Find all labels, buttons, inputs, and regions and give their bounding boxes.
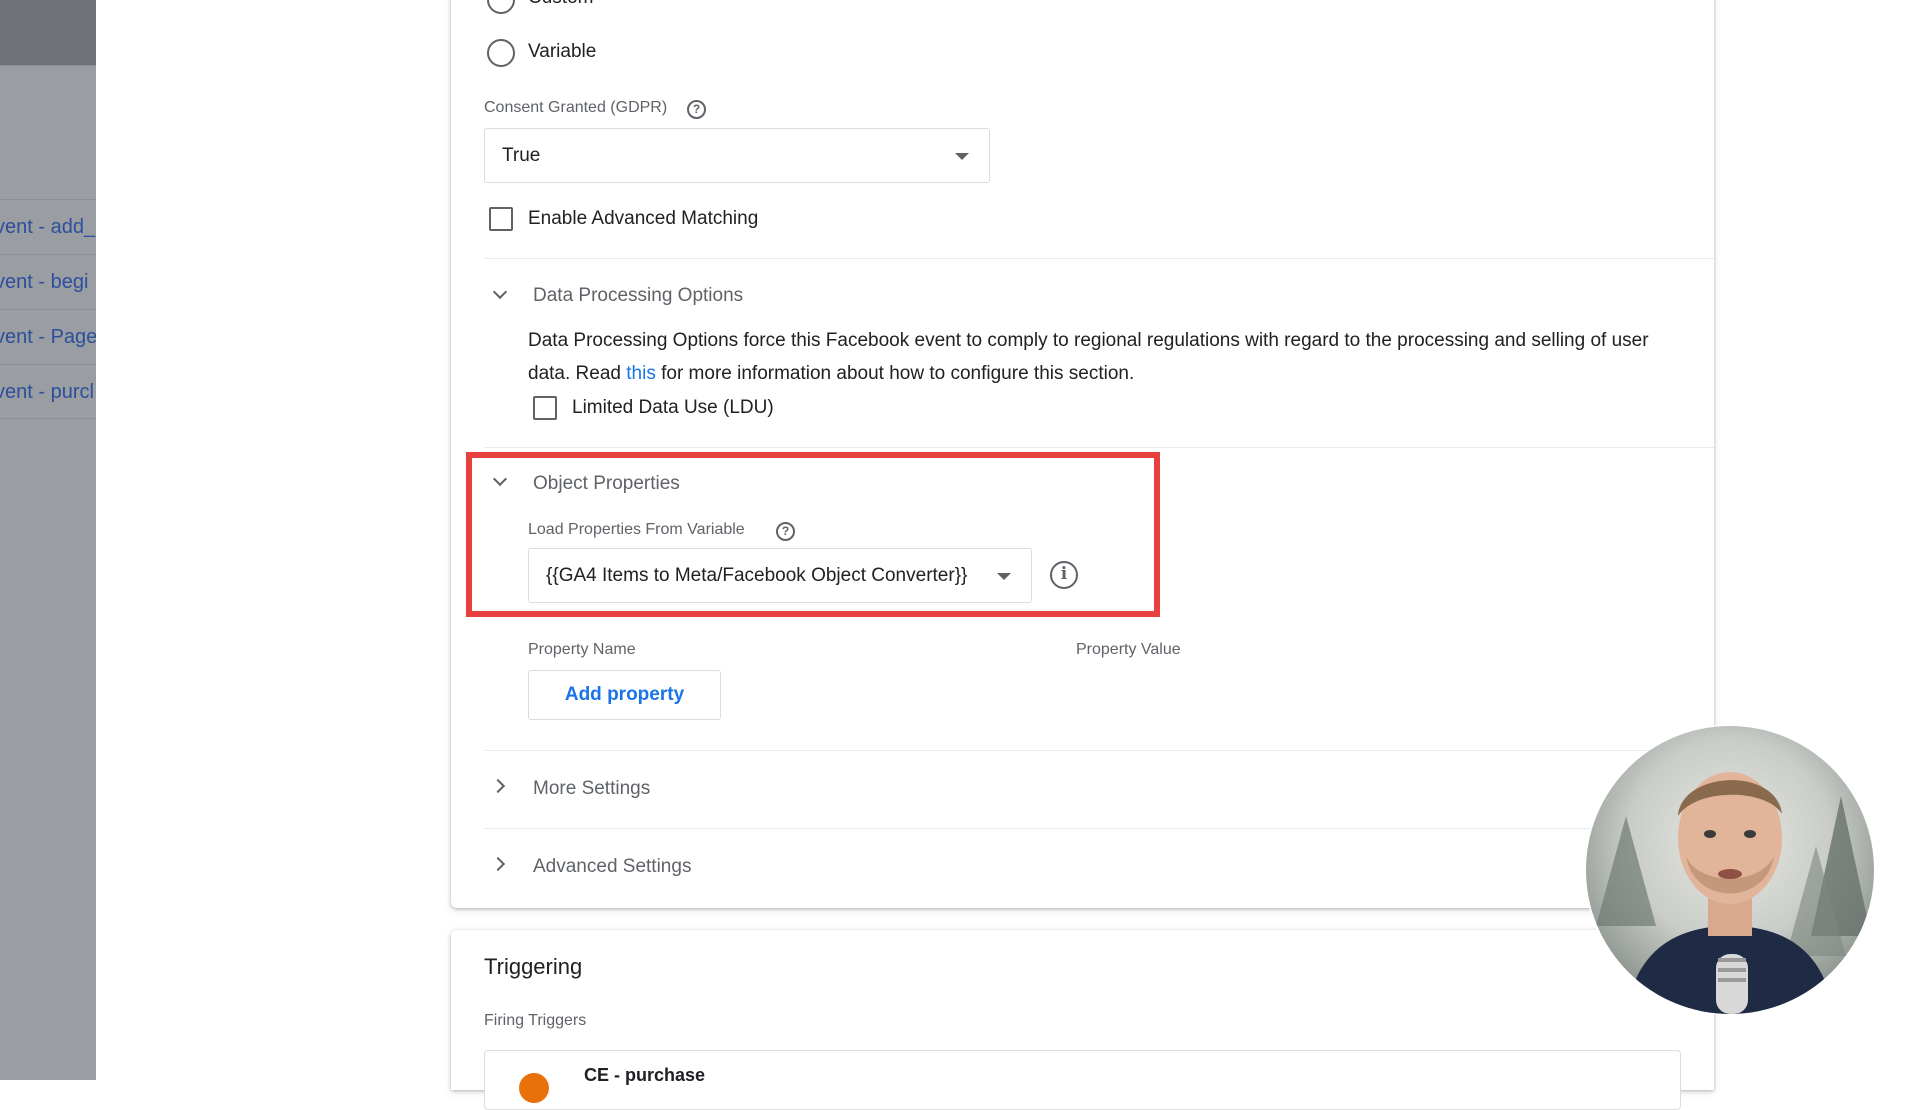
- chevron-down-icon[interactable]: [492, 284, 508, 300]
- data-processing-description: Data Processing Options force this Faceb…: [528, 324, 1678, 390]
- sidebar-item-label: vent - add_: [0, 216, 96, 238]
- chevron-down-icon: [997, 573, 1011, 580]
- trigger-name: CE - purchase: [584, 1065, 706, 1085]
- this-link[interactable]: this: [626, 363, 656, 384]
- sidebar-item-label: vent - purcl: [0, 381, 94, 403]
- help-icon[interactable]: ?: [687, 100, 706, 119]
- divider: [484, 258, 1714, 259]
- trigger-item[interactable]: CE - purchase: [484, 1050, 1681, 1110]
- chevron-right-icon[interactable]: [490, 856, 506, 872]
- property-value-header: Property Value: [1076, 641, 1181, 658]
- radio-custom[interactable]: [487, 0, 515, 14]
- data-processing-title[interactable]: Data Processing Options: [533, 285, 743, 307]
- load-properties-select[interactable]: {{GA4 Items to Meta/Facebook Object Conv…: [528, 548, 1032, 603]
- advanced-settings-title[interactable]: Advanced Settings: [533, 856, 691, 878]
- more-settings-title[interactable]: More Settings: [533, 778, 650, 800]
- radio-custom-label: Custom: [528, 0, 593, 9]
- left-sidebar: vent - add_ vent - begi vent - Page vent…: [0, 0, 96, 1080]
- divider: [484, 750, 1714, 751]
- add-property-button[interactable]: Add property: [528, 670, 721, 720]
- sidebar-item-begin[interactable]: vent - begi: [0, 254, 96, 309]
- load-properties-value: {{GA4 Items to Meta/Facebook Object Conv…: [546, 565, 968, 586]
- sidebar-item-purchase[interactable]: vent - purcl: [0, 364, 96, 419]
- load-properties-label: Load Properties From Variable: [528, 521, 745, 538]
- consent-select[interactable]: True: [484, 128, 990, 183]
- sidebar-item-add[interactable]: vent - add_: [0, 199, 96, 254]
- trigger-type-icon: [519, 1073, 549, 1103]
- presenter-image: [1596, 772, 1871, 1014]
- webcam-overlay: [1586, 726, 1874, 1014]
- advanced-matching-checkbox[interactable]: [489, 207, 513, 231]
- consent-select-value: True: [502, 145, 541, 166]
- ldu-label: Limited Data Use (LDU): [572, 397, 774, 418]
- radio-variable-label: Variable: [528, 41, 597, 62]
- triggering-title: Triggering: [484, 954, 583, 979]
- property-name-header: Property Name: [528, 641, 636, 658]
- sidebar-topbar: [0, 0, 96, 66]
- description-text: for more information about how to config…: [655, 363, 1135, 384]
- info-icon[interactable]: i: [1050, 561, 1078, 589]
- sidebar-item-label: vent - begi: [0, 271, 89, 293]
- help-icon[interactable]: ?: [776, 522, 795, 541]
- divider: [484, 828, 1714, 829]
- triggering-card: Triggering Firing Triggers CE - purchase: [451, 930, 1714, 1110]
- chevron-right-icon[interactable]: [490, 778, 506, 794]
- firing-triggers-label: Firing Triggers: [484, 1012, 587, 1029]
- object-properties-title[interactable]: Object Properties: [533, 473, 680, 495]
- sidebar-item-label: vent - Page: [0, 326, 96, 348]
- tag-configuration-card: Custom Variable Consent Granted (GDPR) ?…: [451, 0, 1714, 908]
- chevron-down-icon: [955, 153, 969, 160]
- sidebar-item-page[interactable]: vent - Page: [0, 309, 96, 364]
- consent-label: Consent Granted (GDPR): [484, 99, 668, 116]
- radio-variable[interactable]: [487, 39, 515, 67]
- advanced-matching-label: Enable Advanced Matching: [528, 208, 759, 229]
- ldu-checkbox[interactable]: [533, 396, 557, 420]
- divider: [484, 447, 1714, 448]
